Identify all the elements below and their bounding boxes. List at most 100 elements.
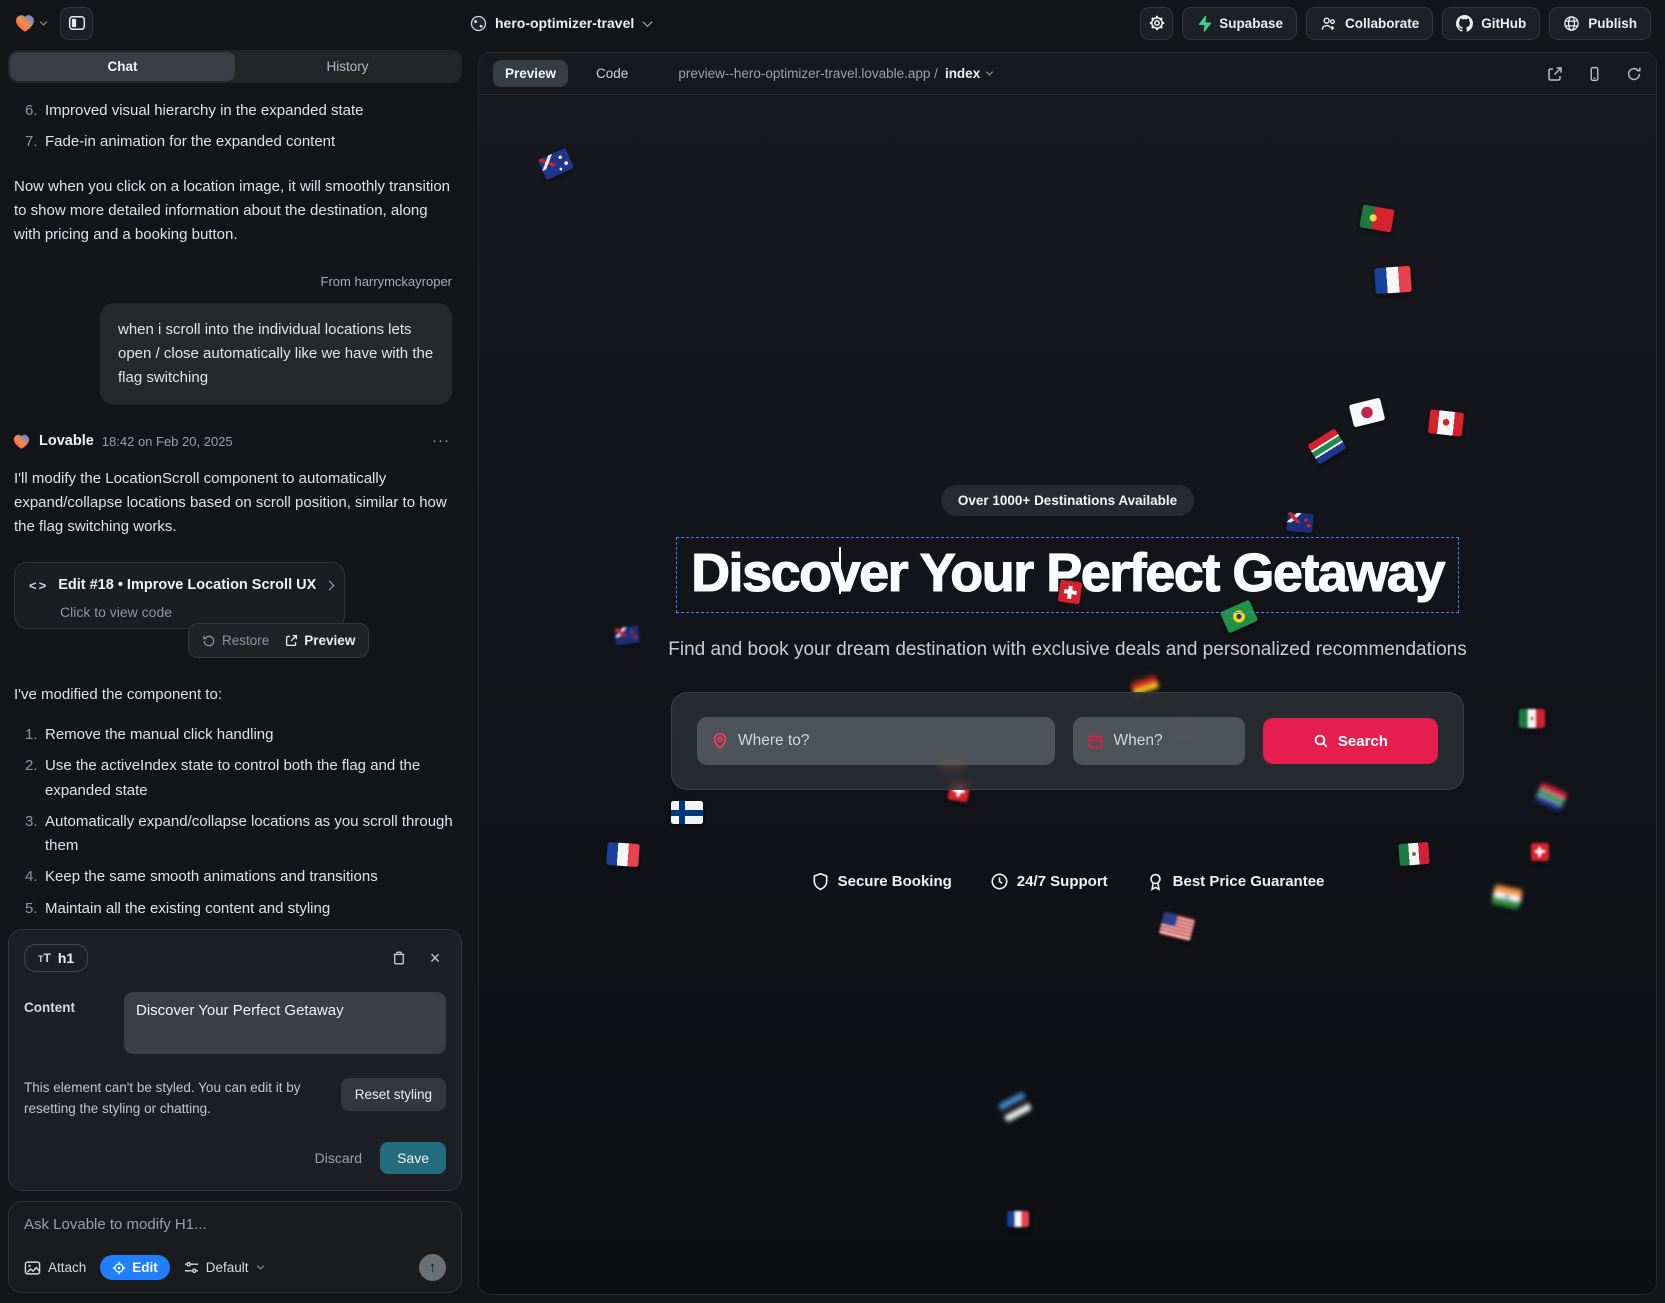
composer-input[interactable] <box>24 1216 446 1233</box>
external-link-icon <box>285 634 298 647</box>
feature-secure-booking: Secure Booking <box>811 872 952 891</box>
version-actions-pill: Restore Preview <box>188 623 369 659</box>
selected-h1-element[interactable]: Discover Your Perfect Getaway <box>676 537 1459 613</box>
search-button[interactable]: Search <box>1263 718 1438 764</box>
location-pin-icon <box>711 732 729 750</box>
award-icon <box>1146 872 1165 891</box>
refresh-button[interactable] <box>1626 66 1642 82</box>
sidebar-panel-icon <box>68 14 86 32</box>
list-item: 6.Improved visual hierarchy in the expan… <box>12 99 458 123</box>
discard-button[interactable]: Discard <box>315 1150 362 1166</box>
search-panel: Search <box>671 692 1464 790</box>
text-caret <box>839 547 841 594</box>
restore-button[interactable]: Restore <box>202 630 269 652</box>
edit-mode-pill[interactable]: Edit <box>100 1255 170 1280</box>
target-icon <box>112 1261 126 1275</box>
toggle-sidebar-button[interactable] <box>60 7 93 40</box>
hero-subtitle: Find and book your dream destination wit… <box>668 639 1466 661</box>
assistant-name: Lovable <box>39 430 94 453</box>
tab-preview[interactable]: Preview <box>493 60 568 87</box>
lovable-avatar <box>12 433 31 450</box>
url-host: preview--hero-optimizer-travel.lovable.a… <box>678 66 938 81</box>
gear-icon <box>1149 15 1165 31</box>
type-icon: TT <box>38 951 51 965</box>
list-item: 7.Fade-in animation for the expanded con… <box>12 130 458 154</box>
restore-icon <box>202 634 216 648</box>
clock-icon <box>990 872 1009 891</box>
feature-price-guarantee: Best Price Guarantee <box>1146 872 1325 891</box>
save-button[interactable]: Save <box>380 1142 446 1174</box>
supabase-bolt-icon <box>1196 15 1211 32</box>
list-item: 1.Remove the manual click handling <box>12 723 458 747</box>
delete-element-button[interactable] <box>388 950 410 966</box>
tab-code[interactable]: Code <box>584 60 640 87</box>
assistant-list-top: 6.Improved visual hierarchy in the expan… <box>12 99 458 155</box>
chevron-down-icon <box>986 69 993 76</box>
lovable-heart-icon <box>14 13 36 33</box>
image-icon <box>24 1260 41 1276</box>
reset-styling-button[interactable]: Reset styling <box>341 1078 446 1111</box>
code-icon: <> <box>29 575 48 596</box>
arrow-up-icon: ↑ <box>429 1259 437 1276</box>
search-icon <box>1313 733 1329 749</box>
chat-sidebar: Chat History 6.Improved visual hierarchy… <box>0 46 470 1303</box>
github-button[interactable]: GitHub <box>1442 7 1540 40</box>
content-label: Content <box>24 992 110 1054</box>
collaborate-button[interactable]: Collaborate <box>1306 7 1433 40</box>
chat-history-tabs: Chat History <box>8 50 462 83</box>
flag-france-icon <box>1007 1211 1029 1227</box>
globe-icon <box>1563 15 1580 32</box>
attach-button[interactable]: Attach <box>24 1260 86 1276</box>
supabase-button[interactable]: Supabase <box>1182 7 1297 40</box>
preview-version-button[interactable]: Preview <box>285 630 355 652</box>
send-button[interactable]: ↑ <box>419 1254 446 1281</box>
chevron-down-icon <box>257 1263 264 1270</box>
destination-field[interactable] <box>697 717 1055 765</box>
date-field[interactable] <box>1073 717 1244 765</box>
preview-toolbar: Preview Code preview--hero-optimizer-tra… <box>479 53 1656 95</box>
content-textarea[interactable]: Discover Your Perfect Getaway <box>124 992 446 1054</box>
message-author-label: From harrymckayroper <box>12 271 458 292</box>
assistant-paragraph: Now when you click on a location image, … <box>12 175 458 248</box>
destinations-badge: Over 1000+ Destinations Available <box>941 485 1194 516</box>
calendar-icon <box>1087 733 1104 750</box>
lovable-logo-menu[interactable] <box>14 13 46 33</box>
publish-button[interactable]: Publish <box>1549 7 1651 40</box>
assistant-paragraph: I've modified the component to: <box>12 683 458 707</box>
hero-title: Discover Your Perfect Getaway <box>691 542 1444 604</box>
url-bar[interactable]: preview--hero-optimizer-travel.lovable.a… <box>678 66 992 81</box>
chat-messages[interactable]: 6.Improved visual hierarchy in the expan… <box>8 87 462 925</box>
mobile-view-button[interactable] <box>1587 66 1602 82</box>
flag-usa-icon <box>1159 911 1196 941</box>
edit-card-title: Edit #18 • Improve Location Scroll UX <box>58 574 316 597</box>
assistant-list-main: 1.Remove the manual click handling 2.Use… <box>12 723 458 921</box>
project-globe-icon <box>470 15 487 32</box>
user-message-bubble: when i scroll into the individual locati… <box>100 303 452 406</box>
chat-mode-select[interactable]: Default <box>184 1260 263 1275</box>
project-name: hero-optimizer-travel <box>495 15 634 31</box>
message-timestamp: 18:42 on Feb 20, 2025 <box>102 431 233 452</box>
when-input[interactable] <box>1113 732 1230 750</box>
message-more-button[interactable]: ··· <box>432 429 458 453</box>
settings-button[interactable] <box>1140 7 1173 40</box>
chevron-down-icon <box>40 18 47 25</box>
url-page: index <box>945 66 980 81</box>
edit-card-area: <> Edit #18 • Improve Location Scroll UX… <box>12 562 458 657</box>
element-tag-badge: TT h1 <box>24 944 88 972</box>
where-input[interactable] <box>738 732 1041 750</box>
hero-section: Over 1000+ Destinations Available Discov… <box>479 95 1656 891</box>
project-switcher[interactable]: hero-optimizer-travel <box>470 15 651 32</box>
preview-viewport[interactable]: Over 1000+ Destinations Available Discov… <box>479 95 1656 1294</box>
element-editor-panel: TT h1 × Content Discover Your Perfect Ge… <box>8 929 462 1191</box>
assistant-paragraph: I'll modify the LocationScroll component… <box>12 467 458 540</box>
tab-history[interactable]: History <box>235 52 460 81</box>
open-in-new-tab-button[interactable] <box>1547 66 1563 82</box>
edit-version-card[interactable]: <> Edit #18 • Improve Location Scroll UX… <box>14 562 345 629</box>
styling-note: This element can't be styled. You can ed… <box>24 1078 327 1120</box>
list-item: 2.Use the activeIndex state to control b… <box>12 754 458 803</box>
close-icon[interactable]: × <box>424 949 446 967</box>
chat-composer: Attach Edit Default ↑ <box>8 1201 462 1293</box>
tab-chat[interactable]: Chat <box>10 52 235 81</box>
edit-card-subtitle: Click to view code <box>60 601 330 624</box>
assistant-message-header: Lovable 18:42 on Feb 20, 2025 ··· <box>12 429 458 453</box>
